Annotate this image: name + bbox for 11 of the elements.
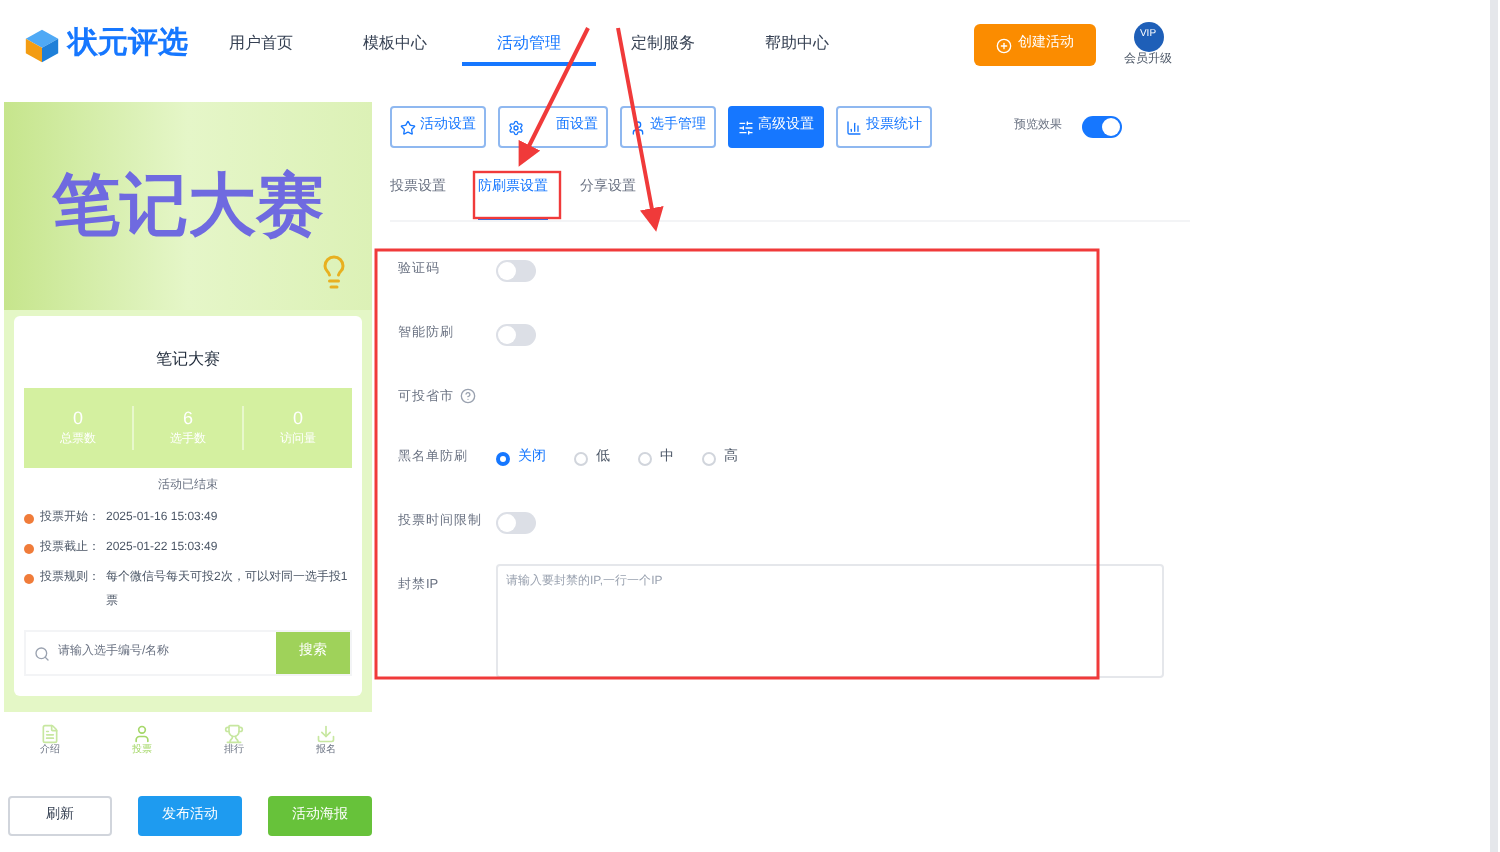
nav-link[interactable]: 定制服务: [596, 25, 730, 65]
stat-value: 0: [72, 405, 83, 432]
card-title: 笔记大赛: [154, 348, 222, 372]
stat-value: 6: [182, 405, 193, 432]
nav-link[interactable]: 模板中心: [328, 25, 462, 65]
nav-link[interactable]: 活动管理: [462, 25, 596, 65]
nav-link[interactable]: 用户首页: [194, 25, 328, 65]
banner-title: 笔记大赛: [52, 165, 324, 247]
stat-value: 0: [292, 405, 303, 432]
nav-link[interactable]: 帮助中心: [730, 25, 864, 65]
logo-text: 状元评选: [68, 24, 188, 65]
